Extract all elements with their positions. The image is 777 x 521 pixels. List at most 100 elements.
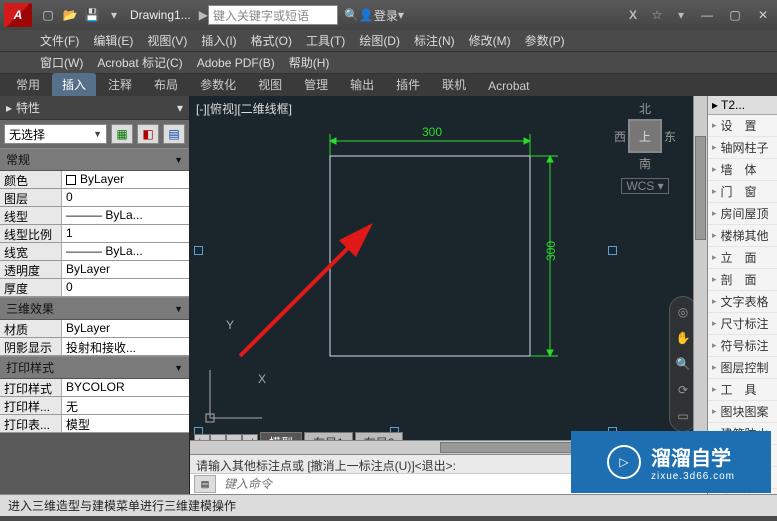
palette-item[interactable]: ▸图层控制	[708, 357, 777, 379]
ribbon-tab[interactable]: 插件	[386, 73, 430, 96]
ribbon-tab[interactable]: 联机	[432, 73, 476, 96]
property-row[interactable]: 透明度ByLayer	[0, 261, 189, 279]
palette-item[interactable]: ▸工 具	[708, 379, 777, 401]
palette-item[interactable]: ▸轴网柱子	[708, 137, 777, 159]
play-icon[interactable]: ▶	[199, 8, 208, 22]
menu-item[interactable]: 文件(F)	[40, 32, 79, 49]
property-row[interactable]: 打印样...无	[0, 397, 189, 415]
property-value[interactable]: ByLayer	[62, 171, 189, 188]
palette-item[interactable]: ▸文字表格	[708, 291, 777, 313]
palette-item[interactable]: ▸剖 面	[708, 269, 777, 291]
property-row[interactable]: 线型比例1	[0, 225, 189, 243]
ribbon-tab[interactable]: 插入	[52, 73, 96, 96]
category-general[interactable]: 常规▼	[0, 148, 189, 171]
ribbon-tab[interactable]: 参数化	[190, 73, 246, 96]
select-objects-button[interactable]: ◧	[137, 124, 159, 144]
property-row[interactable]: 阴影显示投射和接收...	[0, 338, 189, 356]
close-button[interactable]: ✕	[753, 7, 773, 23]
menu-item[interactable]: 参数(P)	[525, 32, 565, 49]
search-input[interactable]: 键入关键字或短语	[208, 5, 338, 25]
menu-item[interactable]: 编辑(E)	[93, 32, 133, 49]
menu-item[interactable]: Acrobat 标记(C)	[97, 54, 182, 71]
help-dropdown-icon[interactable]: ▾	[673, 7, 689, 23]
scrollbar-thumb[interactable]	[695, 136, 706, 240]
ribbon-tab[interactable]: 常用	[6, 73, 50, 96]
properties-title: 特性	[16, 99, 40, 116]
property-key: 材质	[0, 320, 62, 337]
palette-item[interactable]: ▸图块图案	[708, 401, 777, 423]
ribbon-tab[interactable]: 布局	[144, 73, 188, 96]
palette-item[interactable]: ▸门 窗	[708, 181, 777, 203]
quick-select-button[interactable]: ▦	[111, 124, 133, 144]
menu-item[interactable]: 帮助(H)	[289, 54, 330, 71]
palette-item[interactable]: ▸楼梯其他	[708, 225, 777, 247]
category-plot[interactable]: 打印样式▼	[0, 356, 189, 379]
selection-dropdown[interactable]: 无选择 ▼	[4, 124, 107, 144]
login-link[interactable]: 登录	[374, 7, 398, 24]
ribbon-tab[interactable]: Acrobat	[478, 76, 539, 96]
property-row[interactable]: 线型——— ByLa...	[0, 207, 189, 225]
viewport-grip[interactable]	[608, 246, 617, 255]
property-value[interactable]: BYCOLOR	[62, 379, 189, 396]
panel-autohide-icon[interactable]: ▸	[6, 101, 12, 115]
property-value[interactable]: 0	[62, 189, 189, 206]
menu-item[interactable]: 工具(T)	[306, 32, 345, 49]
expand-icon: ▸	[712, 384, 717, 395]
pickadd-button[interactable]: ▤	[163, 124, 185, 144]
user-icon[interactable]: 👤	[359, 8, 374, 22]
property-row[interactable]: 打印样式BYCOLOR	[0, 379, 189, 397]
minimize-button[interactable]: —	[697, 7, 717, 23]
property-value[interactable]: 1	[62, 225, 189, 242]
ribbon-tab[interactable]: 输出	[340, 73, 384, 96]
maximize-button[interactable]: ▢	[725, 7, 745, 23]
open-icon[interactable]: 📂	[62, 7, 78, 23]
palette-item[interactable]: ▸立 面	[708, 247, 777, 269]
property-value[interactable]: 模型	[62, 415, 189, 432]
menu-item[interactable]: Adobe PDF(B)	[197, 56, 275, 70]
vertical-scrollbar[interactable]	[693, 96, 707, 440]
property-row[interactable]: 图层0	[0, 189, 189, 207]
ribbon-tab[interactable]: 注释	[98, 73, 142, 96]
app-logo[interactable]: A	[4, 3, 32, 27]
category-3d[interactable]: 三维效果▼	[0, 297, 189, 320]
palette-item[interactable]: ▸墙 体	[708, 159, 777, 181]
palette-expand-icon[interactable]: ▸	[712, 98, 718, 112]
qat-dropdown-icon[interactable]: ▾	[106, 7, 122, 23]
property-value[interactable]: ByLayer	[62, 261, 189, 278]
ribbon-tab[interactable]: 管理	[294, 73, 338, 96]
property-row[interactable]: 厚度0	[0, 279, 189, 297]
property-row[interactable]: 打印表...模型	[0, 415, 189, 433]
panel-menu-icon[interactable]: ▾	[177, 101, 183, 115]
exchange-icon[interactable]: X	[625, 7, 641, 23]
collapse-icon: ▼	[174, 363, 183, 373]
property-value[interactable]: 0	[62, 279, 189, 296]
property-row[interactable]: 材质ByLayer	[0, 320, 189, 338]
save-icon[interactable]: 💾	[84, 7, 100, 23]
new-icon[interactable]: ▢	[40, 7, 56, 23]
menu-item[interactable]: 修改(M)	[469, 32, 511, 49]
menu-item[interactable]: 窗口(W)	[40, 54, 83, 71]
viewport-grip[interactable]	[194, 246, 203, 255]
binoculars-icon[interactable]: 🔍	[344, 8, 359, 22]
menu-item[interactable]: 标注(N)	[414, 32, 455, 49]
property-value[interactable]: ByLayer	[62, 320, 189, 337]
command-icon[interactable]: ▤	[194, 475, 216, 493]
property-value[interactable]: ——— ByLa...	[62, 207, 189, 224]
palette-item[interactable]: ▸符号标注	[708, 335, 777, 357]
property-value[interactable]: ——— ByLa...	[62, 243, 189, 260]
ribbon-tab[interactable]: 视图	[248, 73, 292, 96]
menu-item[interactable]: 格式(O)	[251, 32, 292, 49]
favorite-icon[interactable]: ☆	[649, 7, 665, 23]
menu-item[interactable]: 绘图(D)	[359, 32, 400, 49]
property-value[interactable]: 投射和接收...	[62, 338, 189, 355]
expand-icon: ▸	[712, 230, 717, 241]
palette-item[interactable]: ▸房间屋顶	[708, 203, 777, 225]
palette-item[interactable]: ▸设 置	[708, 115, 777, 137]
login-dropdown-icon[interactable]: ▾	[398, 8, 404, 22]
property-value[interactable]: 无	[62, 397, 189, 414]
menu-item[interactable]: 插入(I)	[201, 32, 236, 49]
property-row[interactable]: 颜色ByLayer	[0, 171, 189, 189]
property-row[interactable]: 线宽——— ByLa...	[0, 243, 189, 261]
palette-item[interactable]: ▸尺寸标注	[708, 313, 777, 335]
menu-item[interactable]: 视图(V)	[147, 32, 187, 49]
